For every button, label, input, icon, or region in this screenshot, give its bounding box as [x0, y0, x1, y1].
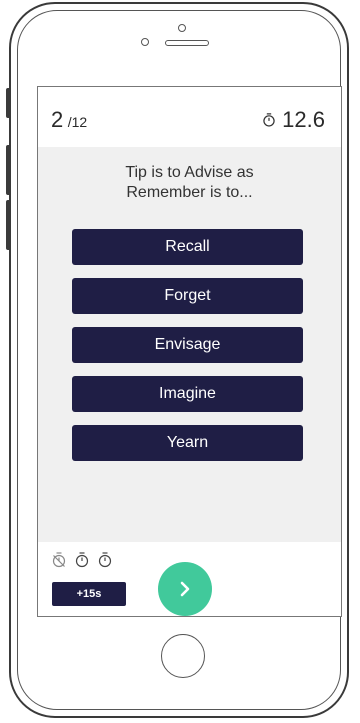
- timer-icon: [75, 552, 89, 568]
- add-time-button[interactable]: +15s: [52, 582, 126, 606]
- proximity-sensor: [141, 38, 149, 46]
- question-panel: Tip is to Advise as Remember is to... Re…: [38, 147, 341, 542]
- answer-list: Recall Forget Envisage Imagine Yearn: [72, 229, 303, 474]
- question-line-1: Tip is to Advise as: [125, 164, 254, 181]
- home-button[interactable]: [161, 634, 205, 678]
- stopwatch-icon: [263, 113, 275, 127]
- progress-current: 2: [51, 107, 64, 132]
- volume-up-button: [6, 145, 9, 195]
- top-bar: 2 /12 12.6: [38, 87, 341, 147]
- app-screen: 2 /12 12.6 Tip is to Advise as Remember …: [37, 86, 342, 617]
- mute-switch: [6, 88, 9, 118]
- answer-button-yearn[interactable]: Yearn: [72, 425, 303, 461]
- chevron-right-icon: [180, 581, 190, 597]
- question-text: Tip is to Advise as Remember is to...: [38, 163, 341, 203]
- answer-button-imagine[interactable]: Imagine: [72, 376, 303, 412]
- question-line-2: Remember is to...: [126, 184, 253, 201]
- countdown-timer: 12.6: [262, 107, 325, 133]
- answer-button-forget[interactable]: Forget: [72, 278, 303, 314]
- volume-down-button: [6, 200, 9, 250]
- answer-button-envisage[interactable]: Envisage: [72, 327, 303, 363]
- front-camera: [178, 24, 186, 32]
- powerup-icons: [52, 552, 112, 568]
- timer-icon: [98, 552, 112, 568]
- progress-total: /12: [67, 114, 88, 130]
- bottom-bar: +15s: [38, 542, 341, 616]
- timer-value: 12.6: [282, 107, 325, 132]
- earpiece-speaker: [165, 40, 209, 46]
- question-progress: 2 /12: [51, 107, 87, 133]
- answer-button-recall[interactable]: Recall: [72, 229, 303, 265]
- timer-disabled-icon: [52, 552, 66, 568]
- next-button[interactable]: [158, 562, 212, 616]
